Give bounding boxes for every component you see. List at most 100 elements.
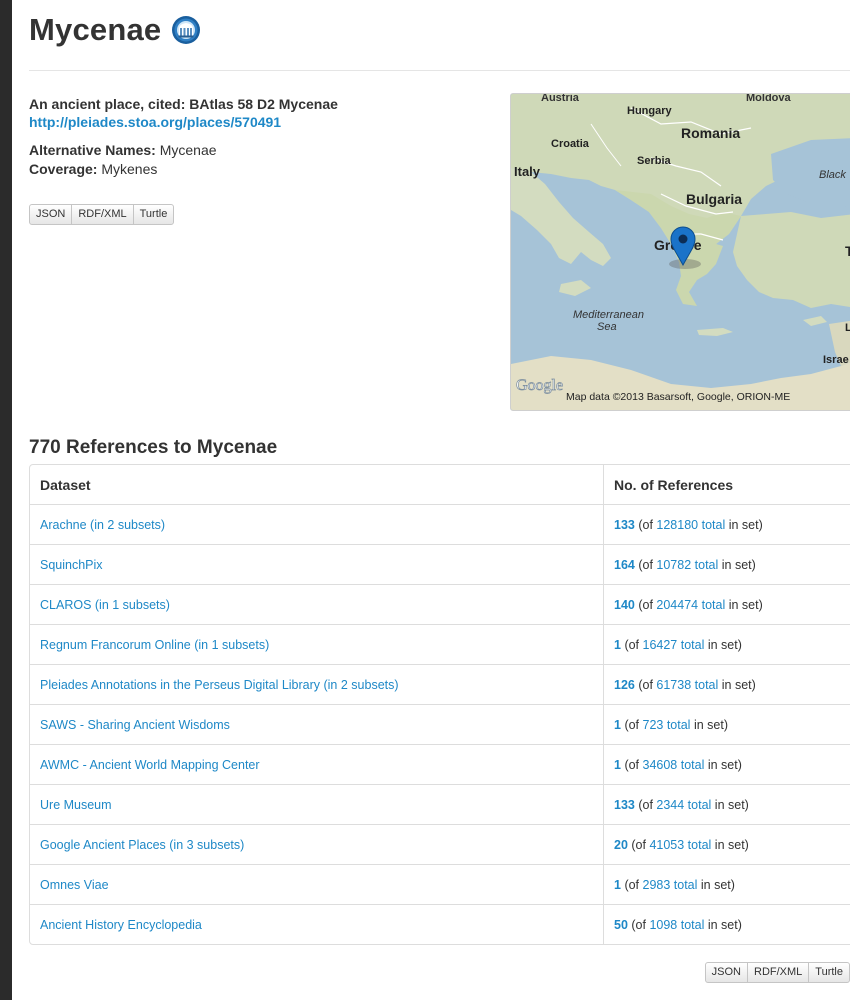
table-row: Regnum Francorum Online (in 1 subsets) 1 …	[30, 624, 850, 665]
in-set-text: in set)	[718, 557, 756, 572]
of-text: (of	[624, 757, 643, 772]
total-link[interactable]: 723 total	[643, 718, 691, 732]
references-cell: 140 (of 204474 total in set)	[603, 584, 850, 625]
alternative-names-value: Mycenae	[159, 142, 217, 158]
reference-count-link[interactable]: 164	[614, 558, 635, 572]
table-row: Omnes Viae 1 (of 2983 total in set)	[30, 864, 850, 905]
map-label-sea: Sea	[597, 321, 617, 333]
reference-count-link[interactable]: 50	[614, 918, 628, 932]
dataset-link[interactable]: CLAROS (in 1 subsets)	[40, 598, 170, 612]
coverage: Coverage: Mykenes	[29, 160, 489, 179]
table-row: Arachne (in 2 subsets) 133 (of 128180 tot…	[30, 504, 850, 545]
location-map[interactable]: Austria Moldova Hungary Romania Croatia …	[510, 93, 850, 411]
reference-count-link[interactable]: 1	[614, 758, 621, 772]
reference-count-link[interactable]: 1	[614, 638, 621, 652]
map-label-mediterranean: Mediterranean	[573, 309, 644, 321]
references-cell: 164 (of 10782 total in set)	[603, 544, 850, 585]
citation-text: An ancient place, cited: BAtlas 58 D2 My…	[29, 96, 338, 112]
total-link[interactable]: 10782 total	[656, 558, 718, 572]
reference-count-link[interactable]: 1	[614, 718, 621, 732]
of-text: (of	[638, 797, 657, 812]
dataset-link[interactable]: AWMC - Ancient World Mapping Center	[40, 758, 260, 772]
map-label-austria: Austria	[541, 94, 580, 104]
reference-count-link[interactable]: 133	[614, 518, 635, 532]
table-header-row: Dataset No. of References	[30, 465, 850, 505]
in-set-text: in set)	[704, 757, 742, 772]
dataset-cell: Ure Museum	[30, 784, 604, 825]
rdf-xml-button[interactable]: RDF/XML	[747, 963, 808, 982]
dataset-cell: AWMC - Ancient World Mapping Center	[30, 744, 604, 785]
dataset-cell: Pleiades Annotations in the Perseus Digi…	[30, 664, 604, 705]
references-cell: 126 (of 61738 total in set)	[603, 664, 850, 705]
map-attribution: Map data ©2013 Basarsoft, Google, ORION-…	[566, 391, 790, 403]
map-label-black-sea: Black	[819, 169, 846, 181]
json-button[interactable]: JSON	[30, 205, 71, 224]
map-label-lebanon: Le	[845, 322, 850, 334]
map-label-hungary: Hungary	[627, 105, 673, 117]
total-link[interactable]: 41053 total	[649, 838, 711, 852]
total-link[interactable]: 1098 total	[649, 918, 704, 932]
in-set-text: in set)	[718, 677, 756, 692]
dataset-cell: Omnes Viae	[30, 864, 604, 905]
references-table-body: Arachne (in 2 subsets) 133 (of 128180 tot…	[30, 504, 850, 944]
dataset-link[interactable]: SquinchPix	[40, 558, 103, 572]
place-uri-link[interactable]: http://pleiades.stoa.org/places/570491	[29, 113, 489, 131]
in-set-text: in set)	[697, 877, 735, 892]
turtle-button[interactable]: Turtle	[808, 963, 849, 982]
reference-count-link[interactable]: 126	[614, 678, 635, 692]
in-set-text: in set)	[725, 597, 763, 612]
turtle-button[interactable]: Turtle	[132, 205, 174, 224]
dataset-link[interactable]: Omnes Viae	[40, 878, 109, 892]
dataset-cell: Ancient History Encyclopedia	[30, 904, 604, 944]
dataset-link[interactable]: Ure Museum	[40, 798, 112, 812]
of-text: (of	[638, 597, 657, 612]
map-label-turkey: Tu	[845, 243, 850, 259]
of-text: (of	[624, 637, 643, 652]
dataset-link[interactable]: Ancient History Encyclopedia	[40, 918, 202, 932]
references-table-wrapper: Dataset No. of References Arachne (in 2 …	[29, 464, 850, 945]
map-label-israel: Israe	[823, 354, 849, 366]
references-cell: 50 (of 1098 total in set)	[603, 904, 850, 944]
of-text: (of	[624, 717, 643, 732]
page: Mycenae An ancient place, cited: BAtlas …	[12, 0, 850, 1000]
dataset-link[interactable]: Google Ancient Places (in 3 subsets)	[40, 838, 244, 852]
references-cell: 1 (of 16427 total in set)	[603, 624, 850, 665]
dataset-cell: Arachne (in 2 subsets)	[30, 504, 604, 545]
dataset-link[interactable]: Arachne (in 2 subsets)	[40, 518, 165, 532]
table-row: Google Ancient Places (in 3 subsets) 20 (…	[30, 824, 850, 865]
map-label-moldova: Moldova	[746, 94, 791, 104]
google-logo[interactable]: Google	[516, 377, 564, 395]
reference-count-link[interactable]: 140	[614, 598, 635, 612]
dataset-cell: Google Ancient Places (in 3 subsets)	[30, 824, 604, 865]
total-link[interactable]: 2344 total	[656, 798, 711, 812]
format-buttons-bottom: JSON RDF/XML Turtle	[704, 962, 850, 983]
dataset-link[interactable]: Pleiades Annotations in the Perseus Digi…	[40, 678, 399, 692]
reference-count-link[interactable]: 133	[614, 798, 635, 812]
place-icon	[171, 15, 201, 45]
title-divider	[29, 70, 850, 71]
reference-count-link[interactable]: 20	[614, 838, 628, 852]
references-cell: 20 (of 41053 total in set)	[603, 824, 850, 865]
of-text: (of	[631, 837, 650, 852]
dataset-link[interactable]: Regnum Francorum Online (in 1 subsets)	[40, 638, 269, 652]
json-button[interactable]: JSON	[706, 963, 747, 982]
of-text: (of	[638, 677, 657, 692]
map-label-italy: Italy	[514, 164, 541, 179]
references-cell: 1 (of 2983 total in set)	[603, 864, 850, 905]
rdf-xml-button[interactable]: RDF/XML	[71, 205, 132, 224]
of-text: (of	[638, 557, 657, 572]
alternative-names: Alternative Names: Mycenae	[29, 141, 489, 160]
table-row: SquinchPix 164 (of 10782 total in set)	[30, 544, 850, 585]
total-link[interactable]: 2983 total	[643, 878, 698, 892]
total-link[interactable]: 16427 total	[643, 638, 705, 652]
total-link[interactable]: 61738 total	[656, 678, 718, 692]
dataset-link[interactable]: SAWS - Sharing Ancient Wisdoms	[40, 718, 230, 732]
place-names: Alternative Names: Mycenae Coverage: Myk…	[29, 141, 489, 179]
coverage-label: Coverage:	[29, 161, 98, 177]
total-link[interactable]: 204474 total	[656, 598, 725, 612]
table-row: Ancient History Encyclopedia 50 (of 1098 …	[30, 904, 850, 944]
total-link[interactable]: 34608 total	[643, 758, 705, 772]
map-label-serbia: Serbia	[637, 155, 672, 167]
total-link[interactable]: 128180 total	[656, 518, 725, 532]
reference-count-link[interactable]: 1	[614, 878, 621, 892]
